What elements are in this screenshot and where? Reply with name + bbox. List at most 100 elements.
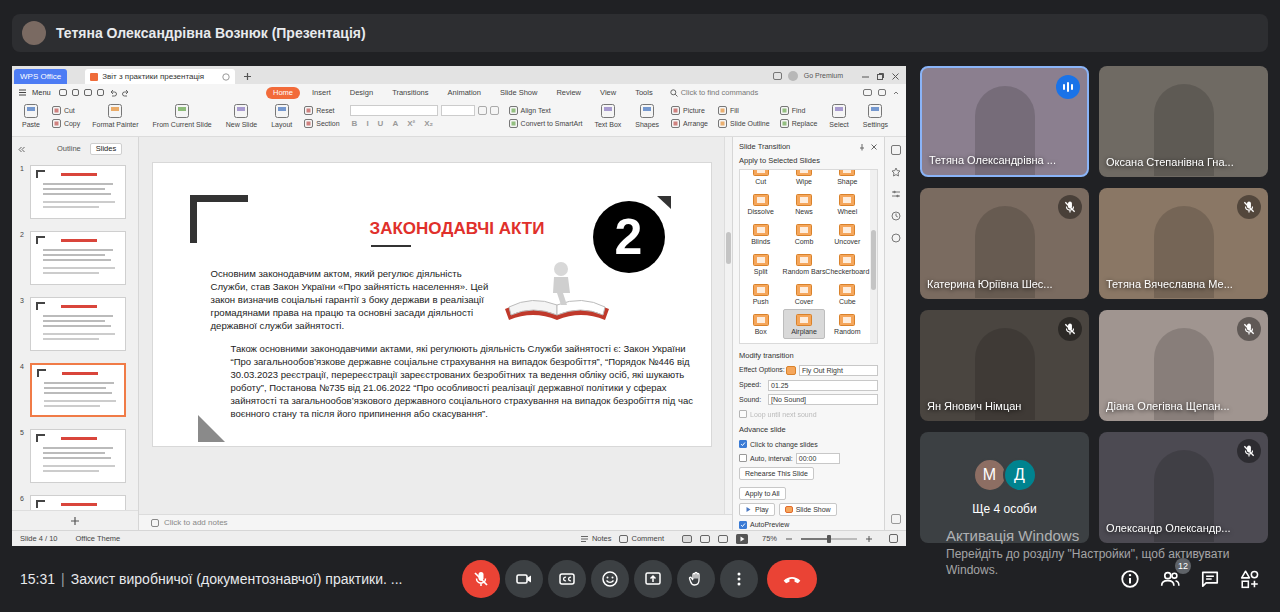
grow-font-icon[interactable] [478, 106, 487, 115]
transition-effect[interactable]: Cut [740, 169, 781, 189]
ribbon-tab[interactable]: Animation [441, 87, 488, 99]
fit-icon[interactable] [889, 534, 898, 543]
info-icon[interactable] [1118, 567, 1142, 591]
ribbon-small-button[interactable]: Convert to SmartArt [509, 119, 583, 128]
ribbon-small-button[interactable]: Fill [718, 106, 770, 115]
ribbon-button[interactable]: From Current Slide [151, 103, 214, 128]
menu-label[interactable]: Menu [32, 87, 51, 98]
font-name-field[interactable] [350, 105, 438, 116]
checkbox[interactable] [739, 410, 747, 418]
ribbon-button[interactable]: Paste [20, 103, 42, 128]
account-avatar[interactable] [788, 71, 798, 81]
ribbon-small-button[interactable]: Picture [671, 106, 708, 115]
participant-tile[interactable]: Олександр Олександр... [1099, 432, 1268, 543]
sorter-view-icon[interactable] [700, 535, 710, 543]
slide-thumbnail[interactable]: 4 [12, 363, 138, 417]
ribbon-tab[interactable]: Insert [305, 87, 338, 99]
undo-icon[interactable] [109, 89, 117, 97]
cloud-icon[interactable] [863, 89, 872, 96]
pane-tab[interactable]: Outline [52, 143, 86, 155]
normal-view-icon[interactable] [682, 535, 692, 543]
close-icon[interactable] [891, 72, 900, 81]
captions-button[interactable] [548, 560, 586, 598]
slide-thumbnail[interactable]: 3 [12, 297, 138, 351]
ribbon-button[interactable]: Text Box [592, 103, 623, 128]
present-button[interactable] [634, 560, 672, 598]
ribbon-tab[interactable]: Slide Show [493, 87, 545, 99]
document-tab[interactable]: Звіт з практики презентація [85, 69, 235, 84]
zoom-in-icon[interactable] [865, 535, 873, 543]
ribbon-button[interactable]: New Slide [224, 103, 260, 128]
slide-thumbnail[interactable]: 5 [12, 429, 138, 483]
transition-effect[interactable]: Random Bars [783, 249, 824, 279]
transition-effect[interactable]: Blinds [740, 219, 781, 249]
font-size-field[interactable] [441, 105, 475, 116]
shrink-font-icon[interactable] [490, 106, 499, 115]
print-icon[interactable] [84, 89, 92, 96]
pin-icon[interactable] [858, 143, 866, 151]
layout-icon[interactable] [773, 72, 782, 80]
microphone-button[interactable] [462, 560, 500, 598]
transition-effect[interactable]: Cube [827, 279, 868, 309]
speed-input[interactable]: 01.25 [768, 380, 878, 391]
more-participants-tile[interactable]: МДЩе 4 особи [920, 432, 1089, 543]
format-button[interactable]: U [378, 120, 384, 128]
save-icon[interactable] [72, 89, 79, 96]
settings-tool-icon[interactable] [891, 189, 901, 199]
participant-tile[interactable]: Катерина Юріївна Шес... [920, 188, 1089, 299]
restore-icon[interactable] [876, 72, 885, 81]
participant-tile[interactable]: Оксана Степанівна Гна... [1099, 66, 1268, 177]
collapse-icon[interactable] [17, 145, 26, 154]
expand-icon[interactable] [892, 89, 900, 97]
transition-effect[interactable]: Uncover [827, 219, 868, 249]
transition-effect[interactable]: Box [740, 309, 781, 339]
participant-tile[interactable]: Ян Янович Німцан [920, 310, 1089, 421]
effect-option-select[interactable]: Fly Out Right [799, 365, 878, 376]
ribbon-button[interactable]: Layout [269, 103, 294, 128]
vertical-scrollbar[interactable] [724, 137, 732, 514]
star-tool-icon[interactable] [891, 167, 901, 177]
notes-bar[interactable]: Click to add notes [139, 514, 732, 530]
add-slide-button[interactable] [12, 510, 138, 530]
transition-effect[interactable]: Checkerboard [827, 249, 868, 279]
zoom-out-icon[interactable] [785, 535, 793, 543]
play-button[interactable]: Play [739, 503, 775, 516]
menu-icon[interactable] [18, 88, 27, 97]
share-icon[interactable] [878, 89, 886, 96]
rehearse-button[interactable]: Rehearse This Slide [739, 467, 814, 480]
ribbon-tab[interactable]: View [593, 87, 623, 99]
transition-effect[interactable]: Wipe [783, 169, 824, 189]
close-pane-icon[interactable] [870, 143, 878, 151]
participant-tile[interactable]: Діана Олегівна Щепан... [1099, 310, 1268, 421]
transition-effect[interactable]: Comb [783, 219, 824, 249]
ribbon-small-button[interactable]: Section [304, 119, 339, 128]
ribbon-button[interactable]: Settings [861, 103, 890, 128]
preview-icon[interactable] [97, 89, 104, 96]
transition-effect[interactable]: Shape [827, 169, 868, 189]
ribbon-tab[interactable]: Home [266, 87, 300, 99]
more-options-button[interactable] [720, 560, 758, 598]
transition-effect[interactable]: Airplane [783, 309, 824, 339]
minimize-icon[interactable] [861, 72, 870, 81]
format-button[interactable]: X₂ [424, 120, 433, 128]
ribbon-small-button[interactable]: Slide Outline [718, 119, 770, 128]
format-button[interactable]: A [392, 120, 398, 128]
scroll-thumb[interactable] [726, 232, 731, 264]
new-tab-icon[interactable] [239, 69, 256, 84]
scroll-thumb[interactable] [871, 230, 876, 290]
premium-label[interactable]: Go Premium [804, 71, 843, 82]
select-tool-icon[interactable] [891, 145, 901, 155]
comment-toggle[interactable]: Comment [619, 533, 664, 544]
transition-effect[interactable]: Dissolve [740, 189, 781, 219]
ribbon-small-button[interactable]: Find [780, 106, 818, 115]
transition-effect[interactable]: Push [740, 279, 781, 309]
reading-view-icon[interactable] [718, 535, 728, 543]
slideshow-icon[interactable] [736, 534, 748, 544]
open-icon[interactable] [59, 89, 67, 96]
slide-thumbnail[interactable]: 1 [12, 165, 138, 219]
ribbon-small-button[interactable]: Arrange [671, 119, 708, 128]
ribbon-tab[interactable]: Transitions [385, 87, 435, 99]
redo-icon[interactable] [122, 89, 130, 97]
participant-tile[interactable]: Тетяна Олександрівна ... [920, 66, 1089, 177]
participant-tile[interactable]: Тетяна Вячеславна Ме... [1099, 188, 1268, 299]
